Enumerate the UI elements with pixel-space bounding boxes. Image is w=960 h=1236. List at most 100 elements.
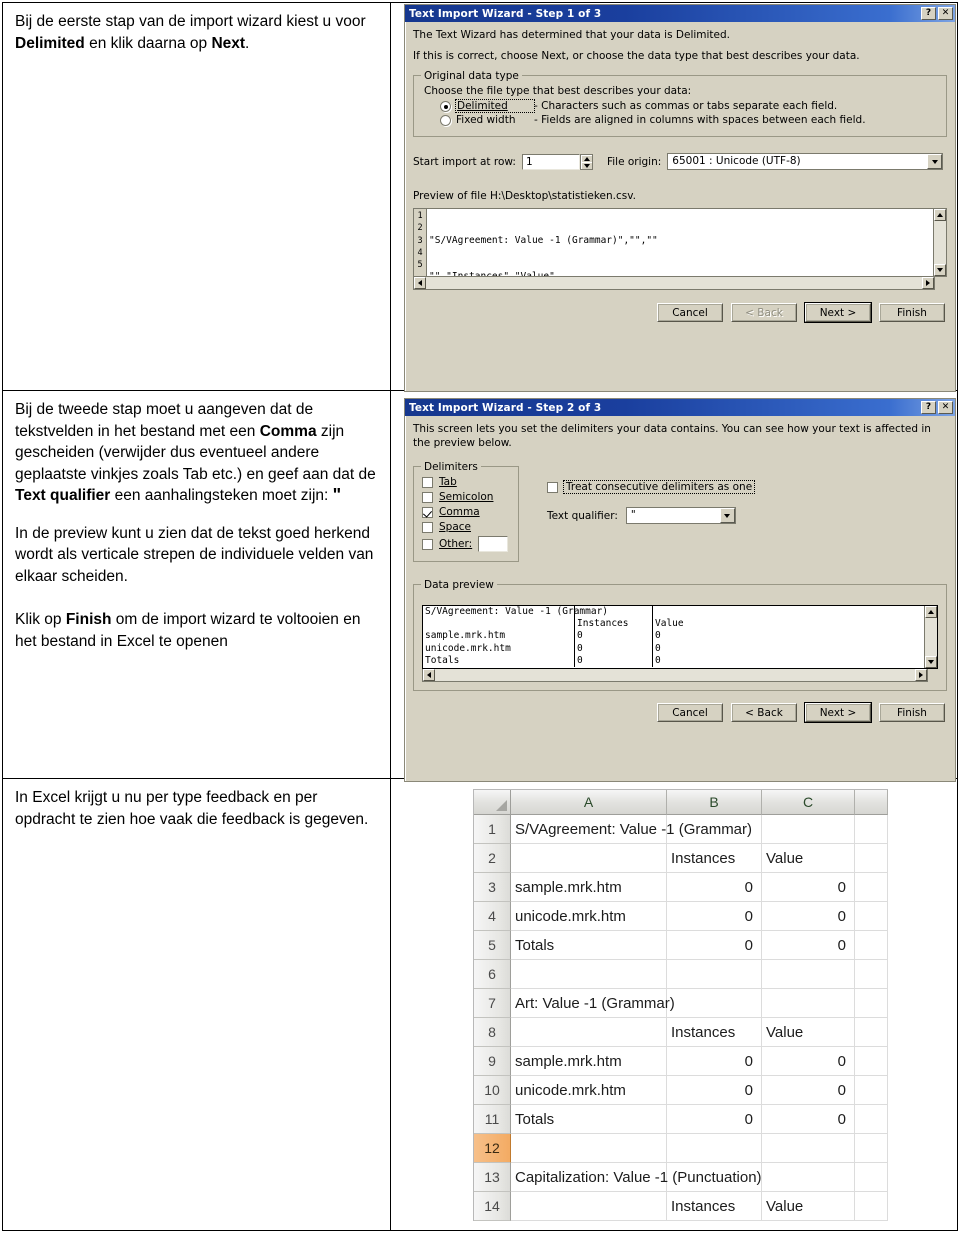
wizard2-titlebar[interactable]: Text Import Wizard - Step 2 of 3 ? ✕ — [405, 399, 955, 416]
cell-c-6[interactable] — [762, 960, 855, 989]
finish-button[interactable]: Finish — [879, 703, 945, 722]
cancel-button[interactable]: Cancel — [657, 703, 723, 722]
column-header-partial[interactable] — [855, 790, 888, 815]
scroll-up-icon[interactable] — [925, 606, 937, 618]
row-header-4[interactable]: 4 — [474, 902, 511, 931]
checkbox-other-icon[interactable] — [422, 538, 433, 550]
cell-d-10[interactable] — [855, 1076, 888, 1105]
row-header-9[interactable]: 9 — [474, 1047, 511, 1076]
cell-a-14[interactable] — [511, 1192, 667, 1221]
checkbox-comma-icon[interactable] — [422, 506, 433, 518]
cell-c-7[interactable] — [762, 989, 855, 1018]
radio-delimited-icon[interactable] — [440, 100, 451, 112]
cell-b-8[interactable]: Instances — [667, 1018, 762, 1047]
row-header-1[interactable]: 1 — [474, 815, 511, 844]
file-origin-select[interactable]: 65001 : Unicode (UTF-8) — [667, 153, 944, 170]
row-header-10[interactable]: 10 — [474, 1076, 511, 1105]
cell-d-1[interactable] — [855, 815, 888, 844]
cell-a-1[interactable]: S/VAgreement: Value -1 (Grammar) — [511, 815, 752, 844]
cell-d-7[interactable] — [855, 989, 888, 1018]
checkbox-row-comma[interactable]: Comma — [422, 506, 512, 518]
cell-d-4[interactable] — [855, 902, 888, 931]
chevron-down-icon[interactable] — [927, 154, 943, 169]
cell-c-10[interactable]: 0 — [762, 1076, 855, 1105]
cell-a-12[interactable] — [511, 1134, 667, 1163]
scroll-right-icon[interactable] — [915, 669, 927, 681]
radio-row-fixed-width[interactable]: Fixed width - Fields are aligned in colu… — [440, 114, 938, 126]
cell-a-10[interactable]: unicode.mrk.htm — [511, 1076, 667, 1105]
help-icon[interactable]: ? — [921, 7, 936, 20]
cell-c-2[interactable]: Value — [762, 844, 855, 873]
cell-a-4[interactable]: unicode.mrk.htm — [511, 902, 667, 931]
scroll-left-icon[interactable] — [423, 669, 435, 681]
cell-d-14[interactable] — [855, 1192, 888, 1221]
scroll-right-icon[interactable] — [922, 277, 934, 289]
next-button[interactable]: Next > — [804, 302, 872, 323]
column-header-c[interactable]: C — [762, 790, 855, 815]
file-preview-pane[interactable]: 1 2 3 4 5 "S/VAgreement: Value -1 (Gramm… — [413, 208, 947, 277]
cell-d-13[interactable] — [855, 1163, 888, 1192]
row-header-14[interactable]: 14 — [474, 1192, 511, 1221]
cell-c-3[interactable]: 0 — [762, 873, 855, 902]
checkbox-row-consecutive[interactable]: Treat consecutive delimiters as one — [547, 480, 756, 494]
cancel-button[interactable]: Cancel — [657, 303, 723, 322]
radio-fixed-width-icon[interactable] — [440, 114, 451, 126]
spin-down-icon[interactable] — [580, 161, 592, 169]
cell-b-10[interactable]: 0 — [667, 1076, 762, 1105]
cell-a-13[interactable]: Capitalization: Value -1 (Punctuation) — [511, 1163, 762, 1192]
next-button[interactable]: Next > — [804, 702, 872, 723]
cell-d-2[interactable] — [855, 844, 888, 873]
spin-up-icon[interactable] — [580, 154, 592, 162]
checkbox-tab-icon[interactable] — [422, 476, 433, 488]
cell-c-1[interactable] — [762, 815, 855, 844]
start-row-stepper[interactable]: 1 — [521, 153, 593, 170]
cell-d-8[interactable] — [855, 1018, 888, 1047]
cell-b-4[interactable]: 0 — [667, 902, 762, 931]
row-header-6[interactable]: 6 — [474, 960, 511, 989]
checkbox-consecutive-icon[interactable] — [547, 481, 558, 493]
cell-c-9[interactable]: 0 — [762, 1047, 855, 1076]
cell-a-2[interactable] — [511, 844, 667, 873]
scroll-down-icon[interactable] — [934, 264, 946, 276]
cell-b-11[interactable]: 0 — [667, 1105, 762, 1134]
cell-d-9[interactable] — [855, 1047, 888, 1076]
cell-b-12[interactable] — [667, 1134, 762, 1163]
other-delimiter-input[interactable] — [478, 536, 509, 552]
cell-d-3[interactable] — [855, 873, 888, 902]
cell-d-11[interactable] — [855, 1105, 888, 1134]
cell-c-13[interactable] — [762, 1163, 855, 1192]
cell-a-3[interactable]: sample.mrk.htm — [511, 873, 667, 902]
cell-d-12[interactable] — [855, 1134, 888, 1163]
checkbox-row-space[interactable]: Space — [422, 521, 512, 533]
cell-a-9[interactable]: sample.mrk.htm — [511, 1047, 667, 1076]
data-preview-vertical-scrollbar[interactable] — [924, 606, 937, 668]
cell-b-7[interactable] — [667, 989, 762, 1018]
preview-horizontal-scrollbar[interactable] — [413, 277, 935, 290]
radio-row-delimited[interactable]: Delimited - Characters such as commas or… — [440, 99, 938, 113]
cell-b-9[interactable]: 0 — [667, 1047, 762, 1076]
help-icon[interactable]: ? — [921, 401, 936, 414]
cell-a-8[interactable] — [511, 1018, 667, 1047]
row-header-7[interactable]: 7 — [474, 989, 511, 1018]
cell-b-14[interactable]: Instances — [667, 1192, 762, 1221]
cell-a-7[interactable]: Art: Value -1 (Grammar) — [511, 989, 675, 1018]
close-icon[interactable]: ✕ — [938, 401, 953, 414]
start-row-input[interactable]: 1 — [521, 153, 580, 170]
wizard1-titlebar[interactable]: Text Import Wizard - Step 1 of 3 ? ✕ — [405, 5, 955, 22]
finish-button[interactable]: Finish — [879, 303, 945, 322]
preview-vertical-scrollbar[interactable] — [933, 209, 946, 276]
column-header-b[interactable]: B — [667, 790, 762, 815]
data-preview-horizontal-scrollbar[interactable] — [422, 669, 928, 682]
cell-b-3[interactable]: 0 — [667, 873, 762, 902]
row-header-13[interactable]: 13 — [474, 1163, 511, 1192]
cell-a-6[interactable] — [511, 960, 667, 989]
cell-c-5[interactable]: 0 — [762, 931, 855, 960]
close-icon[interactable]: ✕ — [938, 7, 953, 20]
row-header-5[interactable]: 5 — [474, 931, 511, 960]
row-header-8[interactable]: 8 — [474, 1018, 511, 1047]
cell-c-11[interactable]: 0 — [762, 1105, 855, 1134]
cell-c-14[interactable]: Value — [762, 1192, 855, 1221]
cell-b-5[interactable]: 0 — [667, 931, 762, 960]
column-header-a[interactable]: A — [511, 790, 667, 815]
checkbox-row-tab[interactable]: Tab — [422, 476, 512, 488]
